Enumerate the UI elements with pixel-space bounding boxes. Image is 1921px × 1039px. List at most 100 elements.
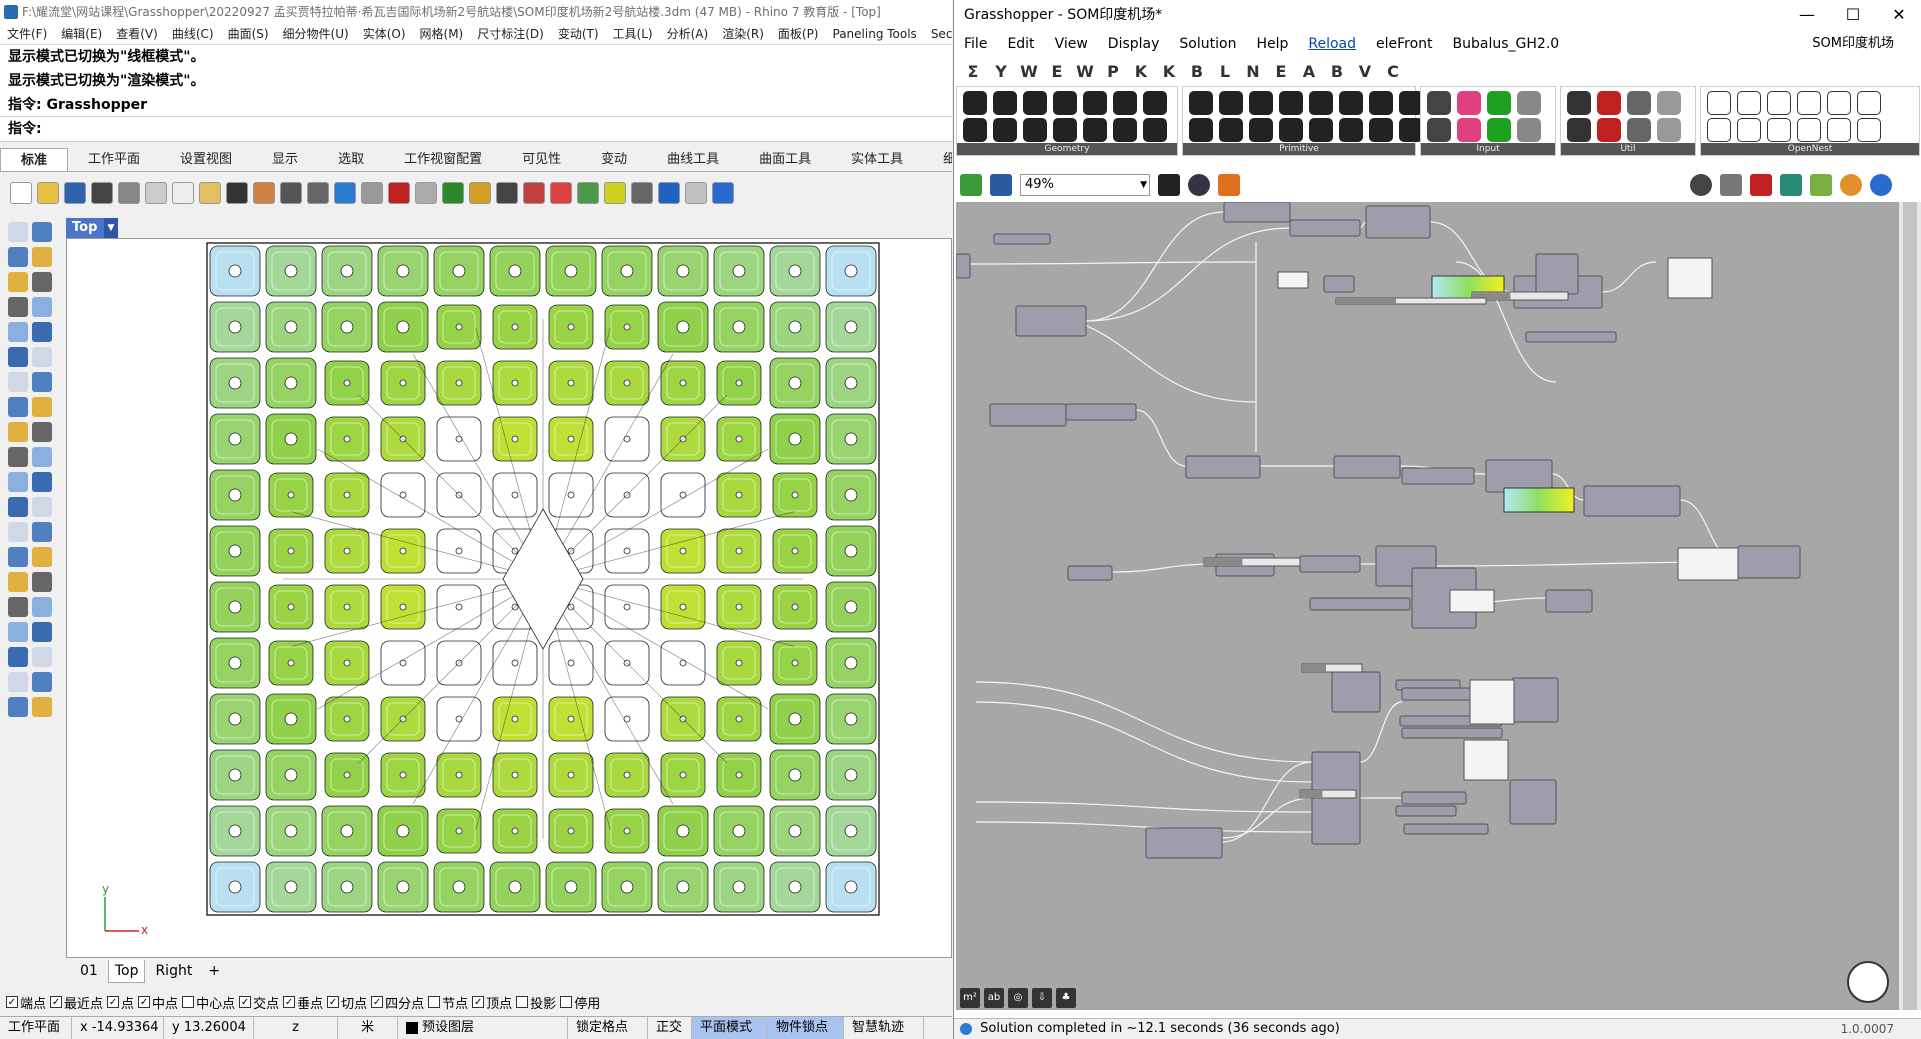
toolbar-button-icon[interactable] (10, 182, 32, 204)
gh-component-icon[interactable] (1627, 118, 1651, 142)
status-smarttrack[interactable]: 智慧轨迹 (844, 1017, 924, 1039)
side-tool-icon[interactable] (8, 297, 28, 317)
menu-mesh[interactable]: 网格(M) (413, 24, 471, 44)
zoom-dropdown-icon[interactable]: ▼ (1140, 175, 1147, 195)
gh-category-tab[interactable]: B (1328, 62, 1346, 81)
gh-component-icon[interactable] (1143, 118, 1167, 142)
side-tool-icon[interactable] (8, 422, 28, 442)
osnap-checkbox[interactable]: ✓ (283, 996, 296, 1008)
osnap-option[interactable]: ✓ 点 (107, 993, 134, 1012)
side-tool-icon[interactable] (32, 347, 52, 367)
toolbar-button-icon[interactable] (253, 182, 275, 204)
gh-category-tab[interactable]: Y (992, 62, 1010, 81)
toolbar-button-icon[interactable] (199, 182, 221, 204)
menu-analyze[interactable]: 分析(A) (660, 24, 716, 44)
toolbar-button-icon[interactable] (334, 182, 356, 204)
toolbar-button-icon[interactable] (280, 182, 302, 204)
side-tool-icon[interactable] (32, 322, 52, 342)
side-tool-icon[interactable] (32, 447, 52, 467)
gh-component-icon[interactable] (1737, 118, 1761, 142)
side-tool-icon[interactable] (8, 347, 28, 367)
side-tool-icon[interactable] (32, 547, 52, 567)
gh-component-icon[interactable] (1369, 91, 1393, 115)
gh-component-icon[interactable] (1309, 91, 1333, 115)
toolbar-button-icon[interactable] (91, 182, 113, 204)
gh-category-tab[interactable]: N (1244, 62, 1262, 81)
status-osnap[interactable]: 物件锁点 (768, 1017, 844, 1039)
gh-component-icon[interactable] (1627, 91, 1651, 115)
side-tool-icon[interactable] (8, 247, 28, 267)
toolbar-button-icon[interactable] (361, 182, 383, 204)
gh-category-tab[interactable]: L (1216, 62, 1234, 81)
toolbar-button-icon[interactable] (523, 182, 545, 204)
zoom-extents-icon[interactable] (1158, 174, 1180, 196)
gh-category-tab[interactable]: K (1160, 62, 1178, 81)
side-tool-icon[interactable] (32, 472, 52, 492)
gh-canvas[interactable] (956, 202, 1900, 1010)
viewport-menu-arrow-icon[interactable]: ▼ (104, 218, 118, 238)
side-tool-icon[interactable] (8, 497, 28, 517)
side-tool-icon[interactable] (8, 597, 28, 617)
menu-tools[interactable]: 工具(L) (606, 24, 660, 44)
mesh-quality-icon[interactable] (1810, 174, 1832, 196)
side-tool-icon[interactable] (8, 672, 28, 692)
gh-component-icon[interactable] (1189, 118, 1213, 142)
osnap-option[interactable]: 节点 (428, 993, 468, 1012)
osnap-checkbox[interactable] (182, 996, 195, 1008)
gh-menu-elefront[interactable]: eleFront (1366, 32, 1443, 56)
menu-surface[interactable]: 曲面(S) (221, 24, 276, 44)
gh-component-icon[interactable] (1767, 118, 1791, 142)
side-tool-icon[interactable] (32, 272, 52, 292)
gh-component-icon[interactable] (993, 91, 1017, 115)
gh-component-icon[interactable] (1053, 118, 1077, 142)
osnap-checkbox[interactable]: ✓ (50, 996, 63, 1008)
minimize-icon[interactable]: — (1784, 0, 1830, 30)
side-tool-icon[interactable] (32, 422, 52, 442)
gh-component-icon[interactable] (1597, 118, 1621, 142)
toolbar-button-icon[interactable] (415, 182, 437, 204)
gh-component-icon[interactable] (1189, 91, 1213, 115)
abc-widget-icon[interactable]: ab (984, 988, 1004, 1008)
gh-component-icon[interactable] (1487, 118, 1511, 142)
toolbar-button-icon[interactable] (145, 182, 167, 204)
gh-component-icon[interactable] (1083, 118, 1107, 142)
gh-menu-display[interactable]: Display (1098, 32, 1170, 56)
menu-edit[interactable]: 编辑(E) (54, 24, 109, 44)
viewport-tab-01[interactable]: 01 (74, 960, 104, 982)
gh-category-tab[interactable]: Σ (964, 62, 982, 81)
side-tool-icon[interactable] (8, 647, 28, 667)
toolbar-button-icon[interactable] (550, 182, 572, 204)
gh-category-tab[interactable]: A (1300, 62, 1318, 81)
gh-component-icon[interactable] (1567, 118, 1591, 142)
osnap-option[interactable]: 投影 (516, 993, 556, 1012)
document-preview-icon[interactable] (1840, 174, 1862, 196)
side-tool-icon[interactable] (8, 622, 28, 642)
toolbar-button-icon[interactable] (577, 182, 599, 204)
status-grid-snap[interactable]: 锁定格点 (568, 1017, 648, 1039)
gh-component-icon[interactable] (1369, 118, 1393, 142)
gh-category-tab[interactable]: W (1076, 62, 1094, 81)
status-ortho[interactable]: 正交 (648, 1017, 692, 1039)
tab-standard[interactable]: 标准 (0, 148, 69, 171)
gh-component-icon[interactable] (1827, 91, 1851, 115)
toolbar-button-icon[interactable] (658, 182, 680, 204)
gh-component-icon[interactable] (963, 118, 987, 142)
gh-category-tab[interactable]: C (1384, 62, 1402, 81)
gh-component-icon[interactable] (1113, 118, 1137, 142)
gh-component-icon[interactable] (1857, 91, 1881, 115)
add-viewport-tab-icon[interactable]: + (202, 960, 226, 982)
menu-paneling-tools[interactable]: Paneling Tools (826, 24, 924, 44)
gh-component-icon[interactable] (1457, 91, 1481, 115)
side-tool-icon[interactable] (8, 222, 28, 242)
tab-set-view[interactable]: 设置视图 (160, 148, 252, 171)
osnap-checkbox[interactable]: ✓ (327, 996, 340, 1008)
shaded-preview-icon[interactable] (1750, 174, 1772, 196)
viewport-tab-right[interactable]: Right (149, 960, 198, 982)
osnap-option[interactable]: ✓ 垂点 (283, 993, 323, 1012)
osnap-option[interactable]: ✓ 四分点 (371, 993, 424, 1012)
osnap-checkbox[interactable]: ✓ (107, 996, 120, 1008)
side-tool-icon[interactable] (32, 572, 52, 592)
zoom-select[interactable]: 49% ▼ (1020, 174, 1150, 196)
tab-viewport-layout[interactable]: 工作视窗配置 (384, 148, 502, 171)
tab-visibility[interactable]: 可见性 (502, 148, 581, 171)
